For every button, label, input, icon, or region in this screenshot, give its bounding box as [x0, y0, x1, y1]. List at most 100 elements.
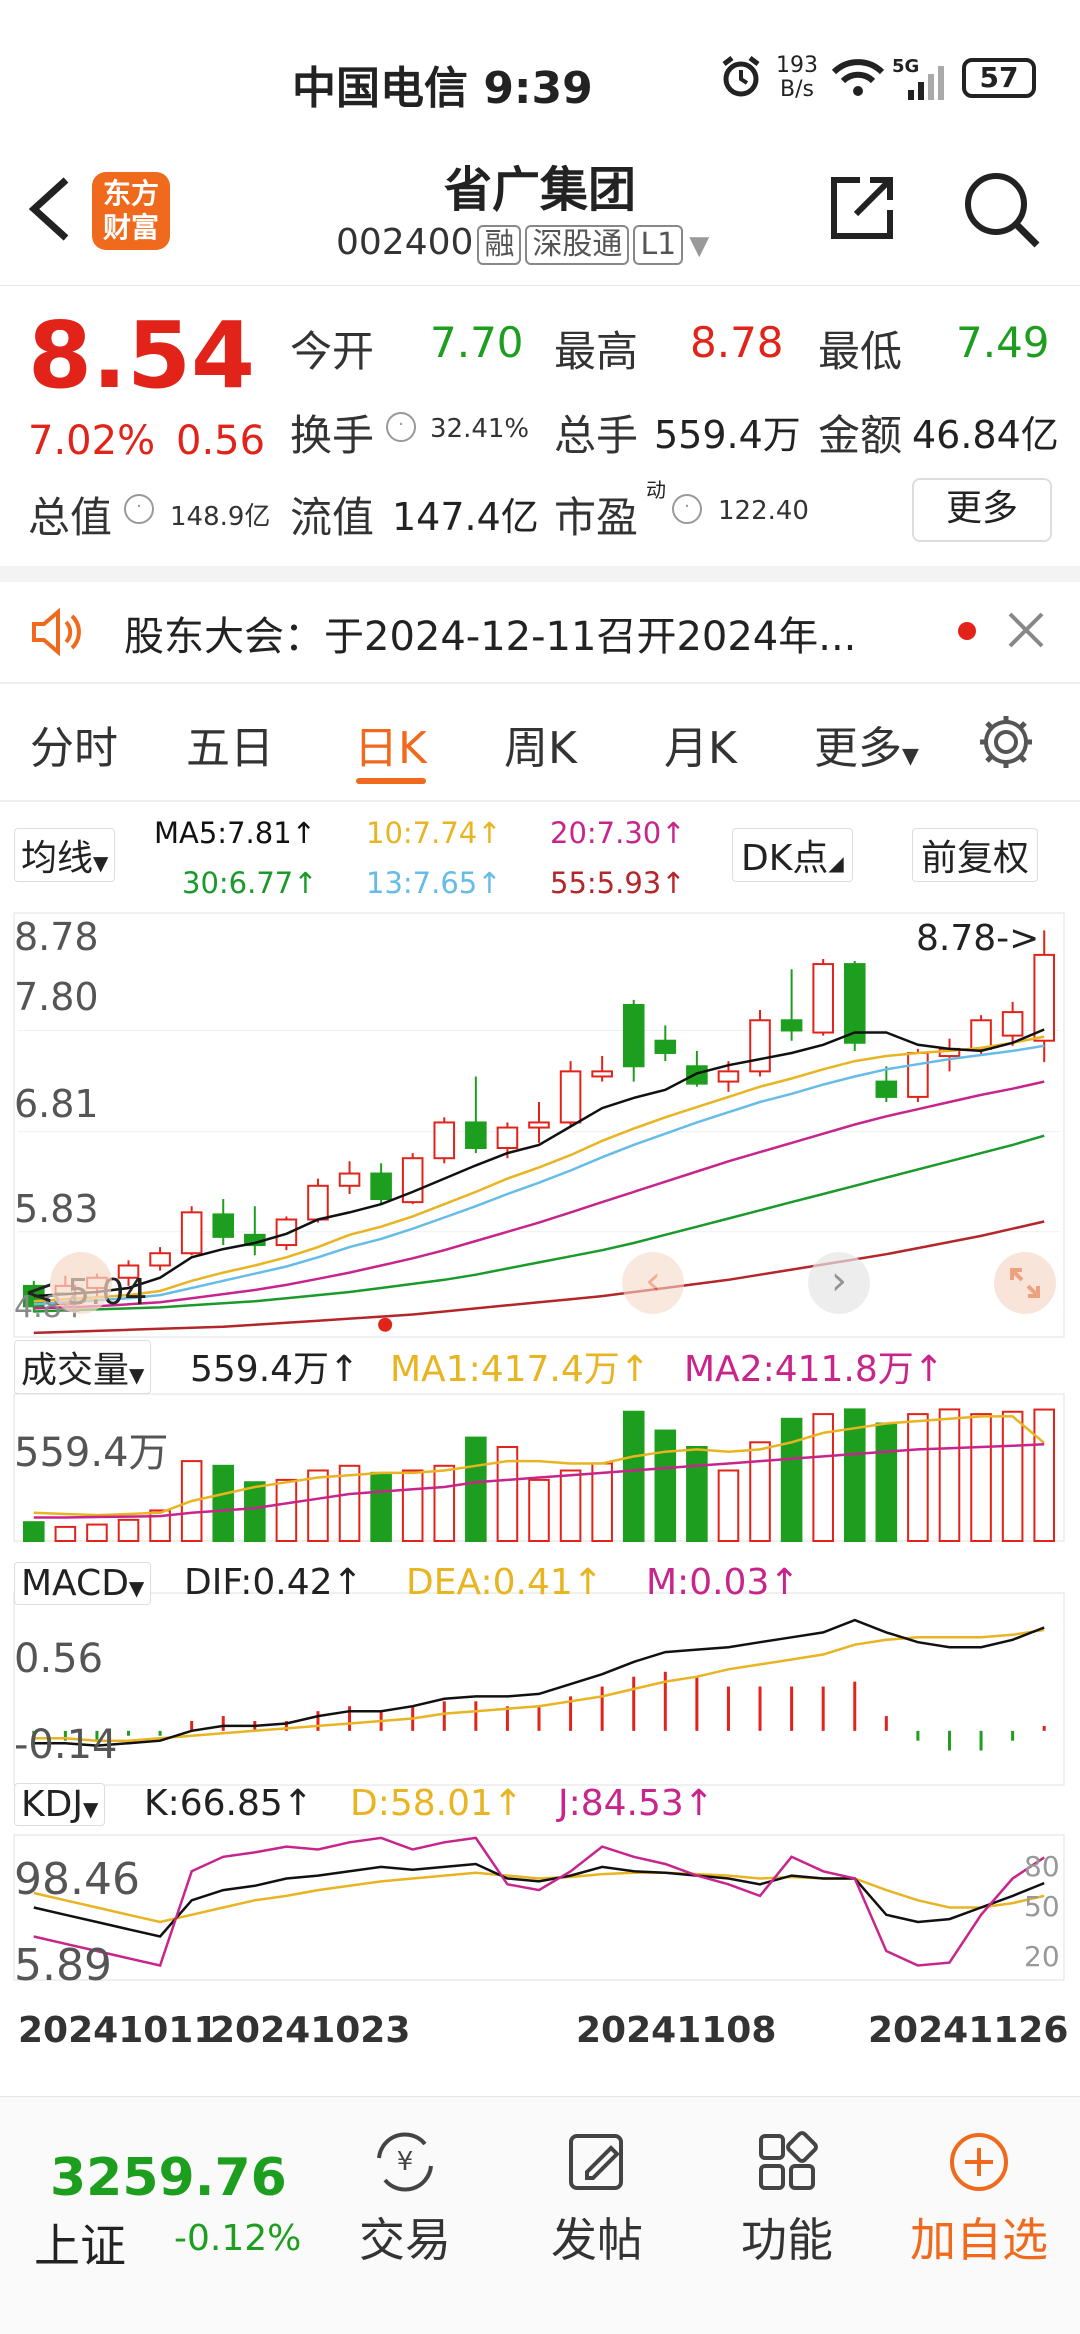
alarm-icon: [718, 54, 764, 100]
open-value: 7.70: [430, 318, 524, 367]
pe-value: 122.40: [718, 496, 809, 526]
carrier-time: 中国电信 9:39: [292, 63, 593, 114]
volume-bar: [622, 1410, 645, 1542]
tab-more[interactable]: 更多▼: [814, 712, 919, 776]
candle-body: [496, 1126, 519, 1149]
grid-icon: [759, 2131, 818, 2190]
unread-dot: [958, 622, 976, 640]
macd-frame: [13, 1592, 1065, 1786]
kdj-frame: [13, 1834, 1065, 1981]
svg-text:¥: ¥: [397, 2147, 414, 2177]
volume-bar: [970, 1413, 992, 1543]
info-icon[interactable]: ·: [124, 494, 154, 524]
date-label: 20241108: [576, 2010, 777, 2051]
kdj-d-line: [33, 1871, 1045, 1924]
open-label: 今开: [290, 327, 375, 376]
volume-selector[interactable]: 成交量▼: [14, 1340, 152, 1394]
more-quote-button[interactable]: 更多: [912, 478, 1052, 542]
candle-body: [149, 1252, 171, 1267]
level-tag: L1: [633, 225, 684, 265]
share-icon[interactable]: [826, 172, 898, 248]
tab-five-day[interactable]: 五日: [186, 712, 274, 776]
index-value[interactable]: 3259.76: [50, 2148, 287, 2208]
scroll-right-button[interactable]: ›: [808, 1252, 870, 1314]
candle-body: [749, 1019, 771, 1073]
tab-daily-k[interactable]: 日K: [354, 712, 427, 776]
adjust-button[interactable]: 前复权: [912, 828, 1039, 882]
change-percent: 7.02%: [28, 418, 156, 464]
dk-point-button[interactable]: DK点◢: [732, 828, 853, 882]
candle-body: [528, 1121, 550, 1129]
volume-bar: [780, 1417, 803, 1542]
margin-tag: 融: [477, 225, 522, 265]
candle-body: [654, 1039, 677, 1054]
macd-dea: DEA:0.41↑: [406, 1562, 603, 1603]
kdj-j: J:84.53↑: [558, 1783, 714, 1824]
stock-code-line: 002400 融深股通 L1 ▼: [336, 222, 756, 265]
ma5-legend: MA5:7.81↑: [154, 816, 316, 850]
info-icon[interactable]: ·: [672, 494, 702, 524]
tab-weekly-k[interactable]: 周K: [504, 712, 577, 776]
candle-body: [1033, 953, 1056, 1042]
candle-body: [212, 1213, 235, 1238]
candle-body: [686, 1065, 708, 1085]
high-value: 8.78: [690, 318, 784, 367]
macd-selector[interactable]: MACD▼: [14, 1562, 152, 1605]
float-cap-label: 流值: [290, 493, 375, 542]
volume-chart: [13, 1393, 1065, 1543]
low-value: 7.49: [956, 318, 1050, 367]
chevron-down-icon[interactable]: ▼: [689, 231, 709, 261]
high-label: 最高: [554, 327, 639, 376]
settings-gear-icon[interactable]: [976, 712, 1036, 776]
kdj-level-label: 20: [1024, 1940, 1060, 1973]
volume-bar: [117, 1518, 140, 1542]
ma13-legend: 13:7.65↑: [366, 866, 502, 900]
volume-bar: [433, 1464, 456, 1542]
pe-label: 市盈: [554, 493, 639, 542]
market-cap-value: 148.9亿: [170, 502, 271, 532]
ma20-legend: 20:7.30↑: [550, 816, 686, 850]
ma-selector[interactable]: 均线▼: [14, 828, 116, 882]
tab-intraday[interactable]: 分时: [30, 712, 118, 776]
candle-body: [970, 1019, 992, 1050]
macd-m: M:0.03↑: [646, 1562, 800, 1603]
last-price: 8.54: [28, 302, 255, 409]
volume-bar: [749, 1441, 771, 1542]
candle-body: [338, 1172, 361, 1187]
nav-post[interactable]: 发帖: [522, 2130, 672, 2270]
volume-bar: [528, 1478, 550, 1543]
volume-bar: [212, 1464, 235, 1542]
volume-bar: [86, 1523, 108, 1542]
nav-functions[interactable]: 功能: [712, 2130, 862, 2270]
kdj-j-line: [33, 1836, 1045, 1967]
index-name[interactable]: 上证: [34, 2210, 126, 2276]
wifi-icon: [831, 58, 885, 102]
close-icon[interactable]: [1006, 610, 1046, 654]
scroll-left-fast-button[interactable]: [50, 1252, 112, 1314]
speaker-icon: [30, 606, 86, 662]
search-icon[interactable]: [962, 170, 1042, 254]
tab-monthly-k[interactable]: 月K: [664, 712, 737, 776]
nav-add-watchlist[interactable]: 加自选: [904, 2130, 1054, 2270]
volume-ma2: MA2:411.8万↑: [684, 1349, 944, 1390]
market-cap-label: 总值: [28, 493, 113, 542]
kdj-selector[interactable]: KDJ▼: [14, 1783, 106, 1826]
info-icon[interactable]: ·: [386, 412, 416, 442]
fullscreen-icon[interactable]: [994, 1252, 1056, 1314]
stock-name: 省广集团: [443, 162, 636, 218]
stock-charts[interactable]: [0, 905, 1080, 2085]
volume-axis-label: 559.4万: [14, 1430, 169, 1476]
volume-bar: [54, 1525, 77, 1543]
notice-text[interactable]: 股东大会：于2024-12-11召开2024年...: [124, 604, 924, 662]
nav-trade[interactable]: ¥ 交易: [330, 2130, 480, 2270]
notice-bar[interactable]: 股东大会：于2024-12-11召开2024年...: [0, 582, 1080, 682]
volume-bar: [401, 1469, 424, 1542]
index-change[interactable]: -0.12%: [174, 2218, 301, 2259]
candle-body: [1001, 1011, 1024, 1037]
edit-icon: [569, 2134, 623, 2190]
candle-body: [875, 1080, 898, 1098]
kdj-axis-top: 98.46: [14, 1854, 140, 1905]
scroll-left-button[interactable]: ‹: [622, 1252, 684, 1314]
volume-ma1: MA1:417.4万↑: [390, 1349, 650, 1390]
ma10-legend: 10:7.74↑: [366, 816, 502, 850]
